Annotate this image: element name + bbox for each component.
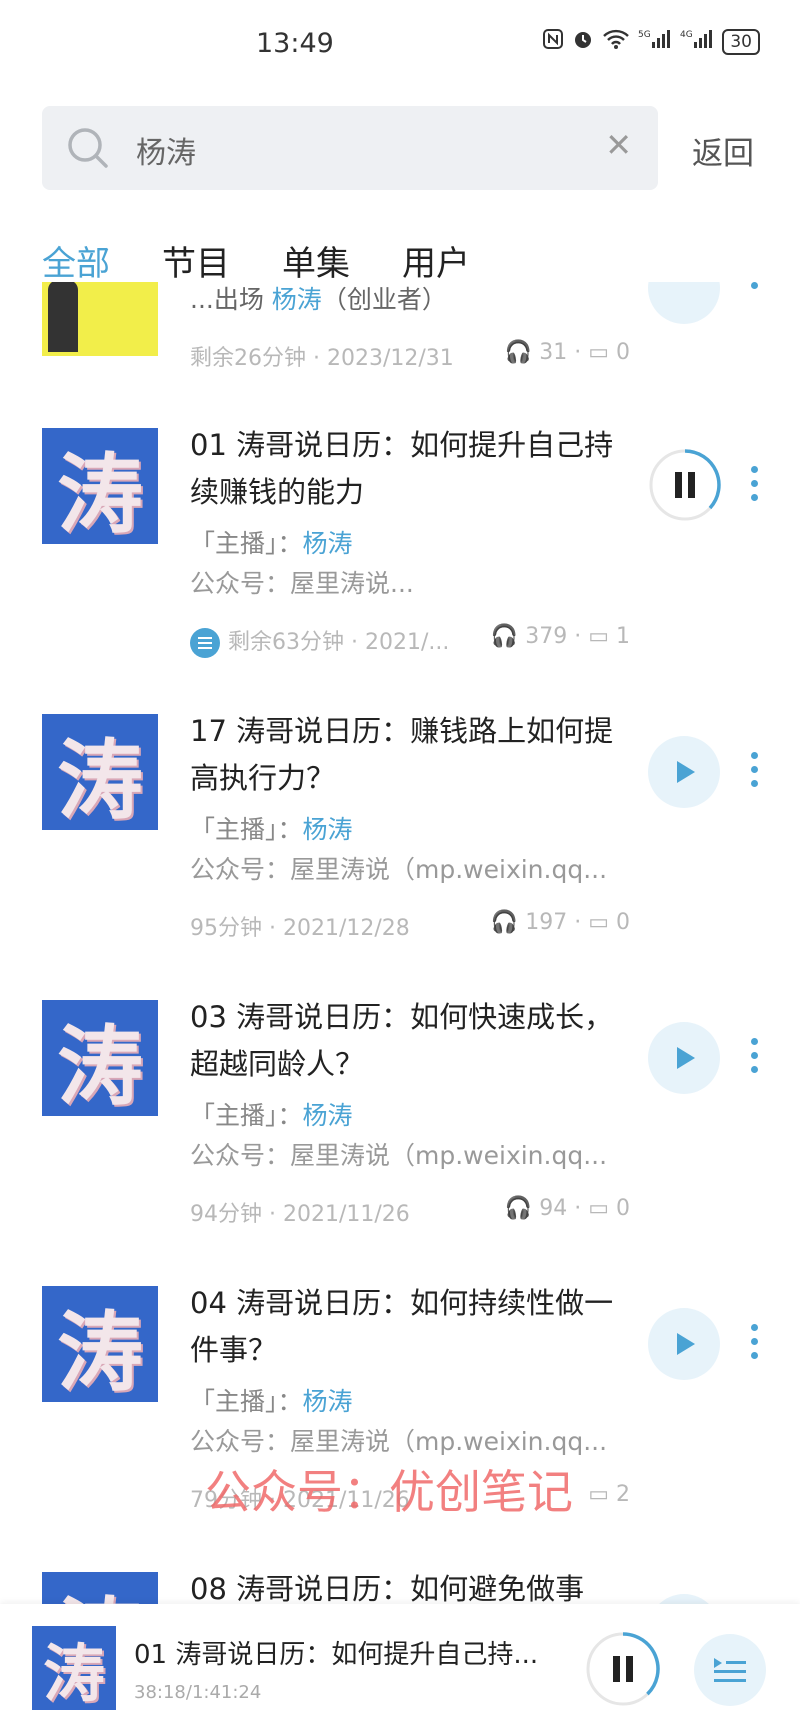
status-time: 13:49 [256, 28, 334, 59]
source-line: 公众号：屋里涛说... [190, 569, 414, 598]
play-button[interactable] [648, 1594, 720, 1604]
play-icon [677, 1333, 695, 1355]
player-cover[interactable]: 涛 [32, 1626, 116, 1710]
episode-title[interactable]: 03 涛哥说日历：如何快速成长，超越同龄人？ [190, 994, 620, 1088]
headphones-icon: 🎧 [504, 340, 533, 365]
play-button[interactable] [648, 736, 720, 808]
more-options-button[interactable] [744, 1324, 764, 1359]
comment-icon: ▭ [588, 1196, 609, 1221]
host-line: 「主播」：杨涛 [190, 1387, 353, 1416]
comment-icon: ▭ [588, 624, 609, 649]
host-name[interactable]: 杨涛 [303, 815, 353, 844]
player-time: 38:18/1:41:24 [134, 1682, 262, 1703]
status-bar: 13:49 5G 4G 30 [0, 0, 800, 90]
play-icon [677, 1047, 695, 1069]
episode-title[interactable]: 17 涛哥说日历：赚钱路上如何提高执行力？ [190, 708, 620, 802]
play-button[interactable] [648, 282, 720, 324]
more-options-button[interactable] [744, 1038, 764, 1073]
episode-cover: 涛 [42, 1572, 158, 1604]
battery-indicator: 30 [722, 28, 760, 55]
more-options-button[interactable] [744, 282, 764, 289]
player-pause-button[interactable] [584, 1630, 662, 1708]
play-icon [677, 761, 695, 783]
host-line: 「主播」：杨涛 [190, 815, 353, 844]
episode-cover: 涛 [42, 428, 158, 545]
episode-cover: 涛 [42, 1000, 158, 1117]
host-line: 「主播」：杨涛 [190, 529, 353, 558]
clear-icon[interactable]: ✕ [605, 126, 632, 164]
pause-button[interactable] [648, 448, 722, 522]
host-name[interactable]: 杨涛 [303, 1101, 353, 1130]
search-icon [68, 128, 108, 168]
search-box[interactable]: 杨涛 ✕ [42, 106, 658, 190]
watermark-text: 公众号：优创笔记 [205, 1465, 573, 1519]
episode-cover: 涛 [42, 714, 158, 831]
network-5g-label: 5G [638, 30, 651, 40]
signal-4g-icon: 4G [680, 28, 714, 55]
network-4g-label: 4G [680, 30, 693, 40]
episode-title[interactable]: 01 涛哥说日历：如何提升自己持续赚钱的能力 [190, 422, 620, 516]
pause-icon [613, 1656, 620, 1682]
comment-icon: ▭ [588, 1482, 609, 1507]
results-list[interactable]: ...出场 杨涛（创业者） 剩余26分钟 · 2023/12/31 🎧 31 ·… [0, 282, 800, 1604]
source-line: 公众号：屋里涛说（mp.weixin.qq... [190, 855, 608, 884]
episode-title[interactable]: 08 涛哥说日历：如何避免做事 [190, 1566, 620, 1604]
comment-icon: ▭ [588, 340, 609, 365]
source-line: 公众号：屋里涛说（mp.weixin.qq... [190, 1427, 608, 1456]
alarm-icon [572, 28, 594, 55]
headphones-icon: 🎧 [504, 1196, 533, 1221]
mini-player[interactable]: 涛 01 涛哥说日历：如何提升自己持... 38:18/1:41:24 [0, 1604, 800, 1732]
headphones-icon: 🎧 [490, 624, 519, 649]
playlist-button[interactable] [694, 1634, 766, 1706]
play-button[interactable] [648, 1022, 720, 1094]
playlist-icon [714, 1658, 746, 1682]
more-options-button[interactable] [744, 752, 764, 787]
status-icons: 5G 4G 30 [542, 28, 760, 55]
host-name[interactable]: 杨涛 [303, 529, 353, 558]
player-title[interactable]: 01 涛哥说日历：如何提升自己持... [134, 1634, 538, 1671]
host-line: 「主播」：杨涛 [190, 1101, 353, 1130]
pause-icon [675, 472, 682, 498]
source-line: 公众号：屋里涛说（mp.weixin.qq... [190, 1141, 608, 1170]
person-figure-icon [48, 282, 78, 352]
signal-5g-icon: 5G [638, 28, 672, 55]
episode-cover [42, 282, 158, 356]
episode-title-snippet: ...出场 杨涛（创业者） [190, 285, 447, 314]
headphones-icon: 🎧 [490, 910, 519, 935]
comment-icon: ▭ [588, 910, 609, 935]
more-options-button[interactable] [744, 466, 764, 501]
nfc-icon [542, 28, 564, 55]
back-button[interactable]: 返回 [692, 128, 754, 173]
play-button[interactable] [648, 1308, 720, 1380]
transcript-icon[interactable] [190, 628, 220, 658]
episode-cover: 涛 [42, 1286, 158, 1403]
search-input[interactable]: 杨涛 [136, 128, 196, 172]
episode-title[interactable]: 04 涛哥说日历：如何持续性做一件事？ [190, 1280, 620, 1374]
host-name[interactable]: 杨涛 [303, 1387, 353, 1416]
wifi-icon [602, 28, 630, 55]
